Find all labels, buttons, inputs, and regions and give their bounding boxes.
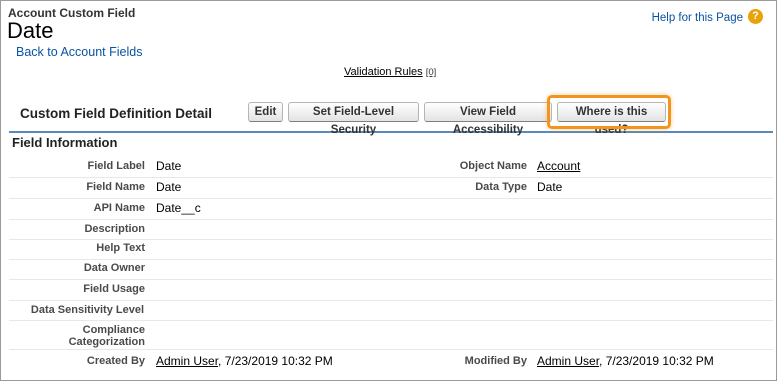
field-row: Field Label Date Object Name Account <box>9 156 773 178</box>
compliance-label-line2: Categorization <box>68 336 145 348</box>
created-by-user-link[interactable]: Admin User <box>156 354 218 368</box>
field-name-label: Field Name <box>86 181 145 193</box>
validation-rules[interactable]: Validation Rules [0] <box>344 66 436 78</box>
edit-button[interactable]: Edit <box>248 102 283 122</box>
help-text-label: Help Text <box>96 242 145 254</box>
field-row: Field Usage <box>9 279 773 301</box>
help-icon[interactable]: ? <box>748 9 763 24</box>
field-name-value: Date <box>156 180 182 194</box>
created-by-value: Admin User, 7/23/2019 10:32 PM <box>156 354 333 368</box>
where-used-highlight <box>547 95 671 129</box>
modified-by-value: Admin User, 7/23/2019 10:32 PM <box>537 354 714 368</box>
field-usage-label: Field Usage <box>83 283 145 295</box>
modified-by-date: , 7/23/2019 10:32 PM <box>599 354 714 368</box>
page-title: Date <box>7 18 54 43</box>
help-link[interactable]: Help for this Page <box>652 12 743 24</box>
data-owner-label: Data Owner <box>83 262 145 274</box>
field-row: Field Name Date Data Type Date <box>9 177 773 199</box>
field-label-value: Date <box>156 159 182 173</box>
field-label-label: Field Label <box>87 160 145 172</box>
field-row: Compliance Categorization <box>9 320 773 350</box>
view-field-accessibility-button[interactable]: View Field Accessibility <box>424 102 552 136</box>
field-row: Help Text <box>9 239 773 260</box>
field-row: Description <box>9 219 773 240</box>
object-name-label: Object Name <box>459 160 527 172</box>
modified-by-label: Modified By <box>464 355 527 367</box>
created-by-date: , 7/23/2019 10:32 PM <box>218 354 333 368</box>
description-label: Description <box>84 223 145 235</box>
validation-rules-count[interactable]: [0] <box>426 67 437 78</box>
back-to-fields-link[interactable]: Back to Account Fields <box>16 45 142 59</box>
created-by-label: Created By <box>86 355 145 367</box>
data-type-label: Data Type <box>475 181 527 193</box>
field-row: API Name Date__c <box>9 198 773 220</box>
detail-title: Custom Field Definition Detail <box>20 106 213 121</box>
data-type-value: Date <box>537 180 563 194</box>
data-sensitivity-label: Data Sensitivity Level <box>30 304 144 316</box>
object-name-link[interactable]: Account <box>537 159 580 173</box>
compliance-label-line1: Compliance <box>82 324 145 336</box>
section-title: Field Information <box>12 135 118 150</box>
field-row: Data Sensitivity Level <box>9 300 773 321</box>
api-name-label: API Name <box>93 202 145 214</box>
api-name-value: Date__c <box>156 201 201 215</box>
field-row: Data Owner <box>9 259 773 280</box>
validation-rules-link[interactable]: Validation Rules <box>344 66 423 78</box>
field-row: Created By Admin User, 7/23/2019 10:32 P… <box>9 349 773 373</box>
modified-by-user-link[interactable]: Admin User <box>537 354 599 368</box>
set-field-level-security-button[interactable]: Set Field-Level Security <box>288 102 419 136</box>
